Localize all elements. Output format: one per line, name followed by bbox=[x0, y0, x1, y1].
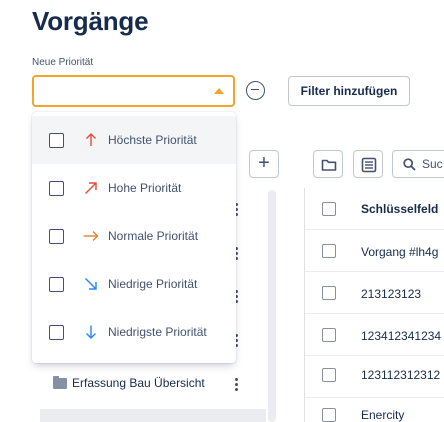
search-label: Suc bbox=[422, 157, 443, 171]
arrow-down-icon bbox=[86, 325, 96, 339]
option-label: Normale Priorität bbox=[108, 229, 199, 243]
row-checkbox[interactable] bbox=[322, 408, 336, 422]
list-view-icon bbox=[361, 157, 377, 173]
option-label: Höchste Priorität bbox=[108, 133, 197, 147]
row-checkbox[interactable] bbox=[322, 286, 336, 300]
option-label: Niedrige Priorität bbox=[108, 277, 198, 291]
option-checkbox[interactable] bbox=[49, 180, 64, 196]
option-checkbox[interactable] bbox=[49, 228, 64, 244]
column-header[interactable]: Schlüsselfeld bbox=[361, 202, 438, 216]
table-row[interactable]: 123112312312 bbox=[305, 356, 444, 398]
table-row[interactable]: 123412341234 bbox=[305, 314, 444, 356]
add-filter-button[interactable]: Filter hinzufügen bbox=[288, 76, 410, 106]
tree-item[interactable]: Erfassung Bau Übersicht bbox=[53, 375, 205, 390]
priority-option-normal[interactable]: Normale Priorität bbox=[32, 212, 236, 260]
priority-option-high[interactable]: Hohe Priorität bbox=[32, 164, 236, 212]
priority-dropdown-menu: Höchste Priorität Hohe Priorität Normale… bbox=[32, 112, 236, 363]
priority-option-low[interactable]: Niedrige Priorität bbox=[32, 260, 236, 308]
more-options-icon[interactable] bbox=[235, 378, 239, 392]
row-checkbox[interactable] bbox=[322, 368, 336, 382]
list-view-button[interactable] bbox=[353, 150, 383, 178]
table-cell[interactable]: 213123123 bbox=[361, 287, 421, 301]
table-row[interactable]: Enercity bbox=[305, 398, 444, 422]
option-checkbox[interactable] bbox=[49, 132, 64, 148]
table-cell[interactable]: 123112312312 bbox=[361, 368, 440, 382]
option-checkbox[interactable] bbox=[49, 324, 64, 340]
option-checkbox[interactable] bbox=[49, 276, 64, 292]
issue-table: Schlüsselfeld Vorgang #lh4g 213123123 12… bbox=[304, 188, 444, 422]
option-label: Niedrigste Priorität bbox=[108, 325, 207, 339]
priority-option-lowest[interactable]: Niedrigste Priorität bbox=[32, 308, 236, 356]
table-row[interactable]: 213123123 bbox=[305, 272, 444, 314]
table-header-row: Schlüsselfeld bbox=[305, 188, 444, 230]
table-row[interactable]: Vorgang #lh4g bbox=[305, 230, 444, 272]
page-title: Vorgänge bbox=[32, 6, 149, 36]
arrow-down-right-icon bbox=[85, 278, 97, 290]
folder-icon bbox=[53, 375, 67, 389]
priority-select[interactable] bbox=[32, 75, 235, 107]
table-cell[interactable]: Enercity bbox=[361, 408, 404, 422]
remove-filter-button[interactable] bbox=[246, 81, 265, 100]
folder-button[interactable] bbox=[313, 150, 343, 178]
add-item-button[interactable]: + bbox=[249, 150, 279, 178]
table-cell[interactable]: Vorgang #lh4g bbox=[361, 245, 438, 259]
arrow-up-icon bbox=[86, 133, 96, 146]
tree-scrollbar[interactable] bbox=[268, 190, 276, 422]
minus-circle-icon bbox=[251, 88, 259, 91]
table-cell[interactable]: 123412341234 bbox=[361, 329, 441, 343]
option-label: Hohe Priorität bbox=[108, 181, 182, 195]
caret-up-icon[interactable] bbox=[214, 88, 224, 94]
folder-outline-icon bbox=[321, 159, 337, 171]
row-checkbox[interactable] bbox=[322, 328, 336, 342]
tree-item[interactable] bbox=[40, 409, 266, 422]
row-checkbox[interactable] bbox=[322, 244, 336, 258]
arrow-up-right-icon bbox=[85, 182, 97, 194]
priority-option-highest[interactable]: Höchste Priorität bbox=[32, 116, 236, 164]
search-icon bbox=[403, 157, 416, 171]
arrow-right-icon bbox=[83, 231, 99, 241]
tree-item-label: Erfassung Bau Übersicht bbox=[72, 376, 205, 390]
filter-label: Neue Priorität bbox=[32, 57, 94, 68]
select-all-checkbox[interactable] bbox=[322, 202, 336, 216]
search-button[interactable]: Suc bbox=[392, 150, 444, 178]
